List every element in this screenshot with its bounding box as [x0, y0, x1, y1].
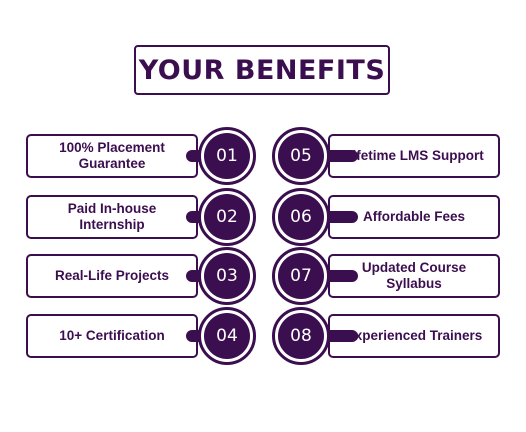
benefit-number-badge: 05	[278, 133, 324, 179]
benefit-item-06: Affordable Fees 06	[272, 188, 502, 246]
benefit-label: Real-Life Projects	[26, 254, 198, 298]
benefit-number-badge: 04	[204, 313, 250, 359]
benefit-number-badge: 01	[204, 133, 250, 179]
benefit-item-04: 10+ Certification 04	[26, 307, 256, 365]
benefit-item-03: Real-Life Projects 03	[26, 247, 256, 305]
benefit-number-badge: 07	[278, 253, 324, 299]
page-title: YOUR BENEFITS	[138, 54, 386, 86]
benefit-item-01: 100% Placement Guarantee 01	[26, 127, 256, 185]
benefit-number-badge: 06	[278, 194, 324, 240]
benefit-label: Paid In-house Internship	[26, 195, 198, 239]
benefit-item-07: Updated Course Syllabus 07	[272, 247, 502, 305]
benefit-label: 10+ Certification	[26, 314, 198, 358]
benefit-number-badge: 02	[204, 194, 250, 240]
benefit-number-badge: 08	[278, 313, 324, 359]
benefit-item-08: Experienced Trainers 08	[272, 307, 502, 365]
benefit-item-02: Paid In-house Internship 02	[26, 188, 256, 246]
title-box: YOUR BENEFITS	[134, 45, 390, 95]
benefit-label: 100% Placement Guarantee	[26, 134, 198, 178]
benefit-number-badge: 03	[204, 253, 250, 299]
benefit-item-05: Lifetime LMS Support 05	[272, 127, 502, 185]
